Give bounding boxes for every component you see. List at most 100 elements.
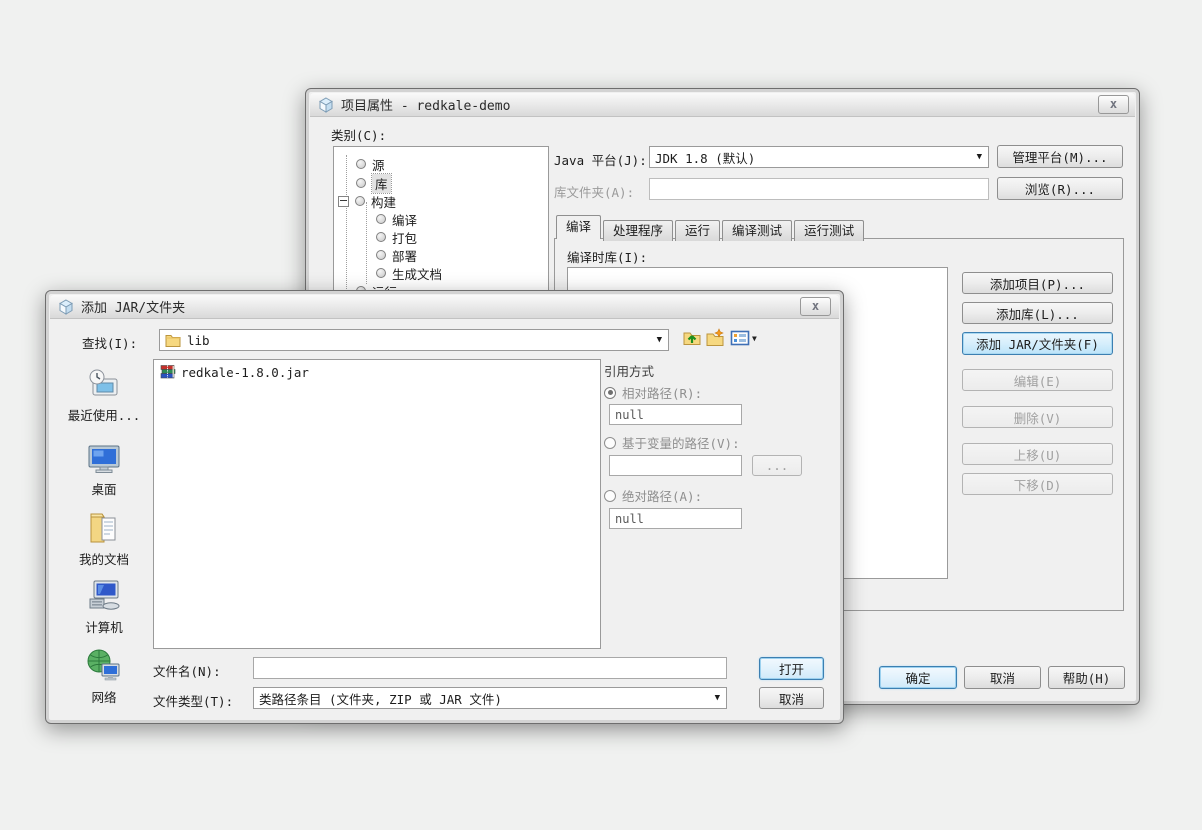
chevron-down-icon: ▼ xyxy=(653,335,666,345)
file-list-item[interactable]: redkale-1.8.0.jar xyxy=(160,364,309,380)
tree-bullet-icon xyxy=(356,178,366,188)
place-label: 最近使用... xyxy=(68,405,141,424)
file-list[interactable]: redkale-1.8.0.jar xyxy=(153,359,601,649)
tree-item-label: 构建 xyxy=(371,192,396,211)
variable-path-label: 基于变量的路径(V): xyxy=(622,433,740,452)
browse-button[interactable]: 浏览(R)... xyxy=(997,177,1123,200)
file-type-combo[interactable]: 类路径条目 (文件夹, ZIP 或 JAR 文件) ▼ xyxy=(253,687,727,709)
relative-path-option[interactable]: 相对路径(R): xyxy=(604,383,702,402)
place-label: 计算机 xyxy=(85,617,123,636)
tree-guide xyxy=(366,202,367,284)
close-icon[interactable]: x xyxy=(800,297,831,316)
java-platform-combo[interactable]: JDK 1.8 (默认) ▼ xyxy=(649,146,989,168)
look-in-value: lib xyxy=(187,333,210,348)
libraries-folder-label: 库文件夹(A): xyxy=(554,182,634,201)
place-network[interactable]: 网络 xyxy=(58,647,150,706)
relative-path-field[interactable] xyxy=(609,404,742,425)
radio-icon[interactable] xyxy=(604,490,616,502)
up-one-level-icon[interactable] xyxy=(682,328,702,348)
file-name-label: 文件名(N): xyxy=(153,661,221,680)
desktop-icon xyxy=(85,441,123,477)
tree-bullet-icon xyxy=(376,250,386,260)
chevron-down-icon: ▼ xyxy=(752,334,757,343)
libraries-folder-field[interactable] xyxy=(649,178,989,200)
tab-compile[interactable]: 编译 xyxy=(556,215,601,239)
tree-item-packaging[interactable]: 打包 xyxy=(376,228,417,246)
tree-item-label: 打包 xyxy=(392,228,417,247)
open-button[interactable]: 打开 xyxy=(759,657,824,680)
tree-bullet-icon xyxy=(355,196,365,206)
variable-path-option[interactable]: 基于变量的路径(V): xyxy=(604,433,740,452)
tree-item-build[interactable]: 构建 xyxy=(338,192,396,210)
place-label: 桌面 xyxy=(91,479,116,498)
recent-icon xyxy=(85,367,123,403)
tree-item-sources[interactable]: 源 xyxy=(356,155,385,173)
absolute-path-field[interactable] xyxy=(609,508,742,529)
tab-run-tests[interactable]: 运行测试 xyxy=(794,220,864,241)
file-type-label: 文件类型(T): xyxy=(153,691,233,710)
variable-path-field[interactable] xyxy=(609,455,742,476)
tree-expander-icon[interactable] xyxy=(338,196,349,207)
add-library-button[interactable]: 添加库(L)... xyxy=(962,302,1113,324)
chevron-down-icon: ▼ xyxy=(711,693,724,703)
reference-group-label: 引用方式 xyxy=(604,361,654,380)
tree-item-compile[interactable]: 编译 xyxy=(376,210,417,228)
cancel-button[interactable]: 取消 xyxy=(964,666,1041,689)
netbeans-cube-icon xyxy=(58,299,74,315)
manage-platform-button[interactable]: 管理平台(M)... xyxy=(997,145,1123,168)
add-project-button[interactable]: 添加项目(P)... xyxy=(962,272,1113,294)
file-type-value: 类路径条目 (文件夹, ZIP 或 JAR 文件) xyxy=(259,689,502,708)
add-jar-titlebar[interactable]: 添加 JAR/文件夹 xyxy=(50,295,839,319)
project-properties-titlebar[interactable]: 项目属性 - redkale-demo xyxy=(310,93,1135,117)
place-documents[interactable]: 我的文档 xyxy=(58,509,150,568)
move-down-button[interactable]: 下移(D) xyxy=(962,473,1113,495)
tree-item-label: 源 xyxy=(372,155,385,174)
file-name-field[interactable] xyxy=(253,657,727,679)
help-button[interactable]: 帮助(H) xyxy=(1048,666,1125,689)
tree-bullet-icon xyxy=(376,268,386,278)
add-jar-folder-button[interactable]: 添加 JAR/文件夹(F) xyxy=(962,332,1113,355)
new-folder-icon[interactable] xyxy=(705,328,725,348)
place-computer[interactable]: 计算机 xyxy=(58,577,150,636)
tab-processor[interactable]: 处理程序 xyxy=(603,220,673,241)
radio-icon[interactable] xyxy=(604,437,616,449)
move-up-button[interactable]: 上移(U) xyxy=(962,443,1113,465)
tree-item-deploy[interactable]: 部署 xyxy=(376,246,417,264)
absolute-path-option[interactable]: 绝对路径(A): xyxy=(604,486,702,505)
tree-bullet-icon xyxy=(356,159,366,169)
radio-selected-icon[interactable] xyxy=(604,387,616,399)
java-platform-label: Java 平台(J): xyxy=(554,150,647,169)
file-name: redkale-1.8.0.jar xyxy=(181,365,309,380)
remove-button[interactable]: 删除(V) xyxy=(962,406,1113,428)
ok-button[interactable]: 确定 xyxy=(879,666,957,689)
tree-item-label: 编译 xyxy=(392,210,417,229)
absolute-path-label: 绝对路径(A): xyxy=(622,486,702,505)
look-in-combo[interactable]: lib ▼ xyxy=(159,329,669,351)
relative-path-label: 相对路径(R): xyxy=(622,383,702,402)
place-desktop[interactable]: 桌面 xyxy=(58,441,150,498)
look-in-label: 查找(I): xyxy=(82,333,137,352)
java-platform-value: JDK 1.8 (默认) xyxy=(655,148,755,167)
cancel-button[interactable]: 取消 xyxy=(759,687,824,709)
close-icon[interactable]: x xyxy=(1098,95,1129,114)
chevron-down-icon: ▼ xyxy=(973,152,986,162)
documents-icon xyxy=(85,509,123,547)
tree-guide xyxy=(346,155,347,291)
dialog-title: 项目属性 - redkale-demo xyxy=(341,95,510,114)
folder-icon xyxy=(165,333,181,347)
tab-compile-tests[interactable]: 编译测试 xyxy=(722,220,792,241)
tree-item-label: 部署 xyxy=(392,246,417,265)
tree-item-label: 生成文档 xyxy=(392,264,442,283)
tree-item-libraries[interactable]: 库 xyxy=(356,174,391,192)
place-recent[interactable]: 最近使用... xyxy=(58,367,150,424)
variable-browse-button[interactable]: ... xyxy=(752,455,802,476)
tree-item-javadoc[interactable]: 生成文档 xyxy=(376,264,442,282)
jar-file-icon xyxy=(160,364,176,380)
view-menu-icon[interactable]: ▼ xyxy=(730,328,757,348)
category-label: 类别(C): xyxy=(331,125,386,144)
place-label: 我的文档 xyxy=(79,549,129,568)
computer-icon xyxy=(85,577,123,615)
libraries-tab-strip: 编译处理程序运行编译测试运行测试 xyxy=(556,215,866,239)
tab-run[interactable]: 运行 xyxy=(675,220,720,241)
edit-button[interactable]: 编辑(E) xyxy=(962,369,1113,391)
